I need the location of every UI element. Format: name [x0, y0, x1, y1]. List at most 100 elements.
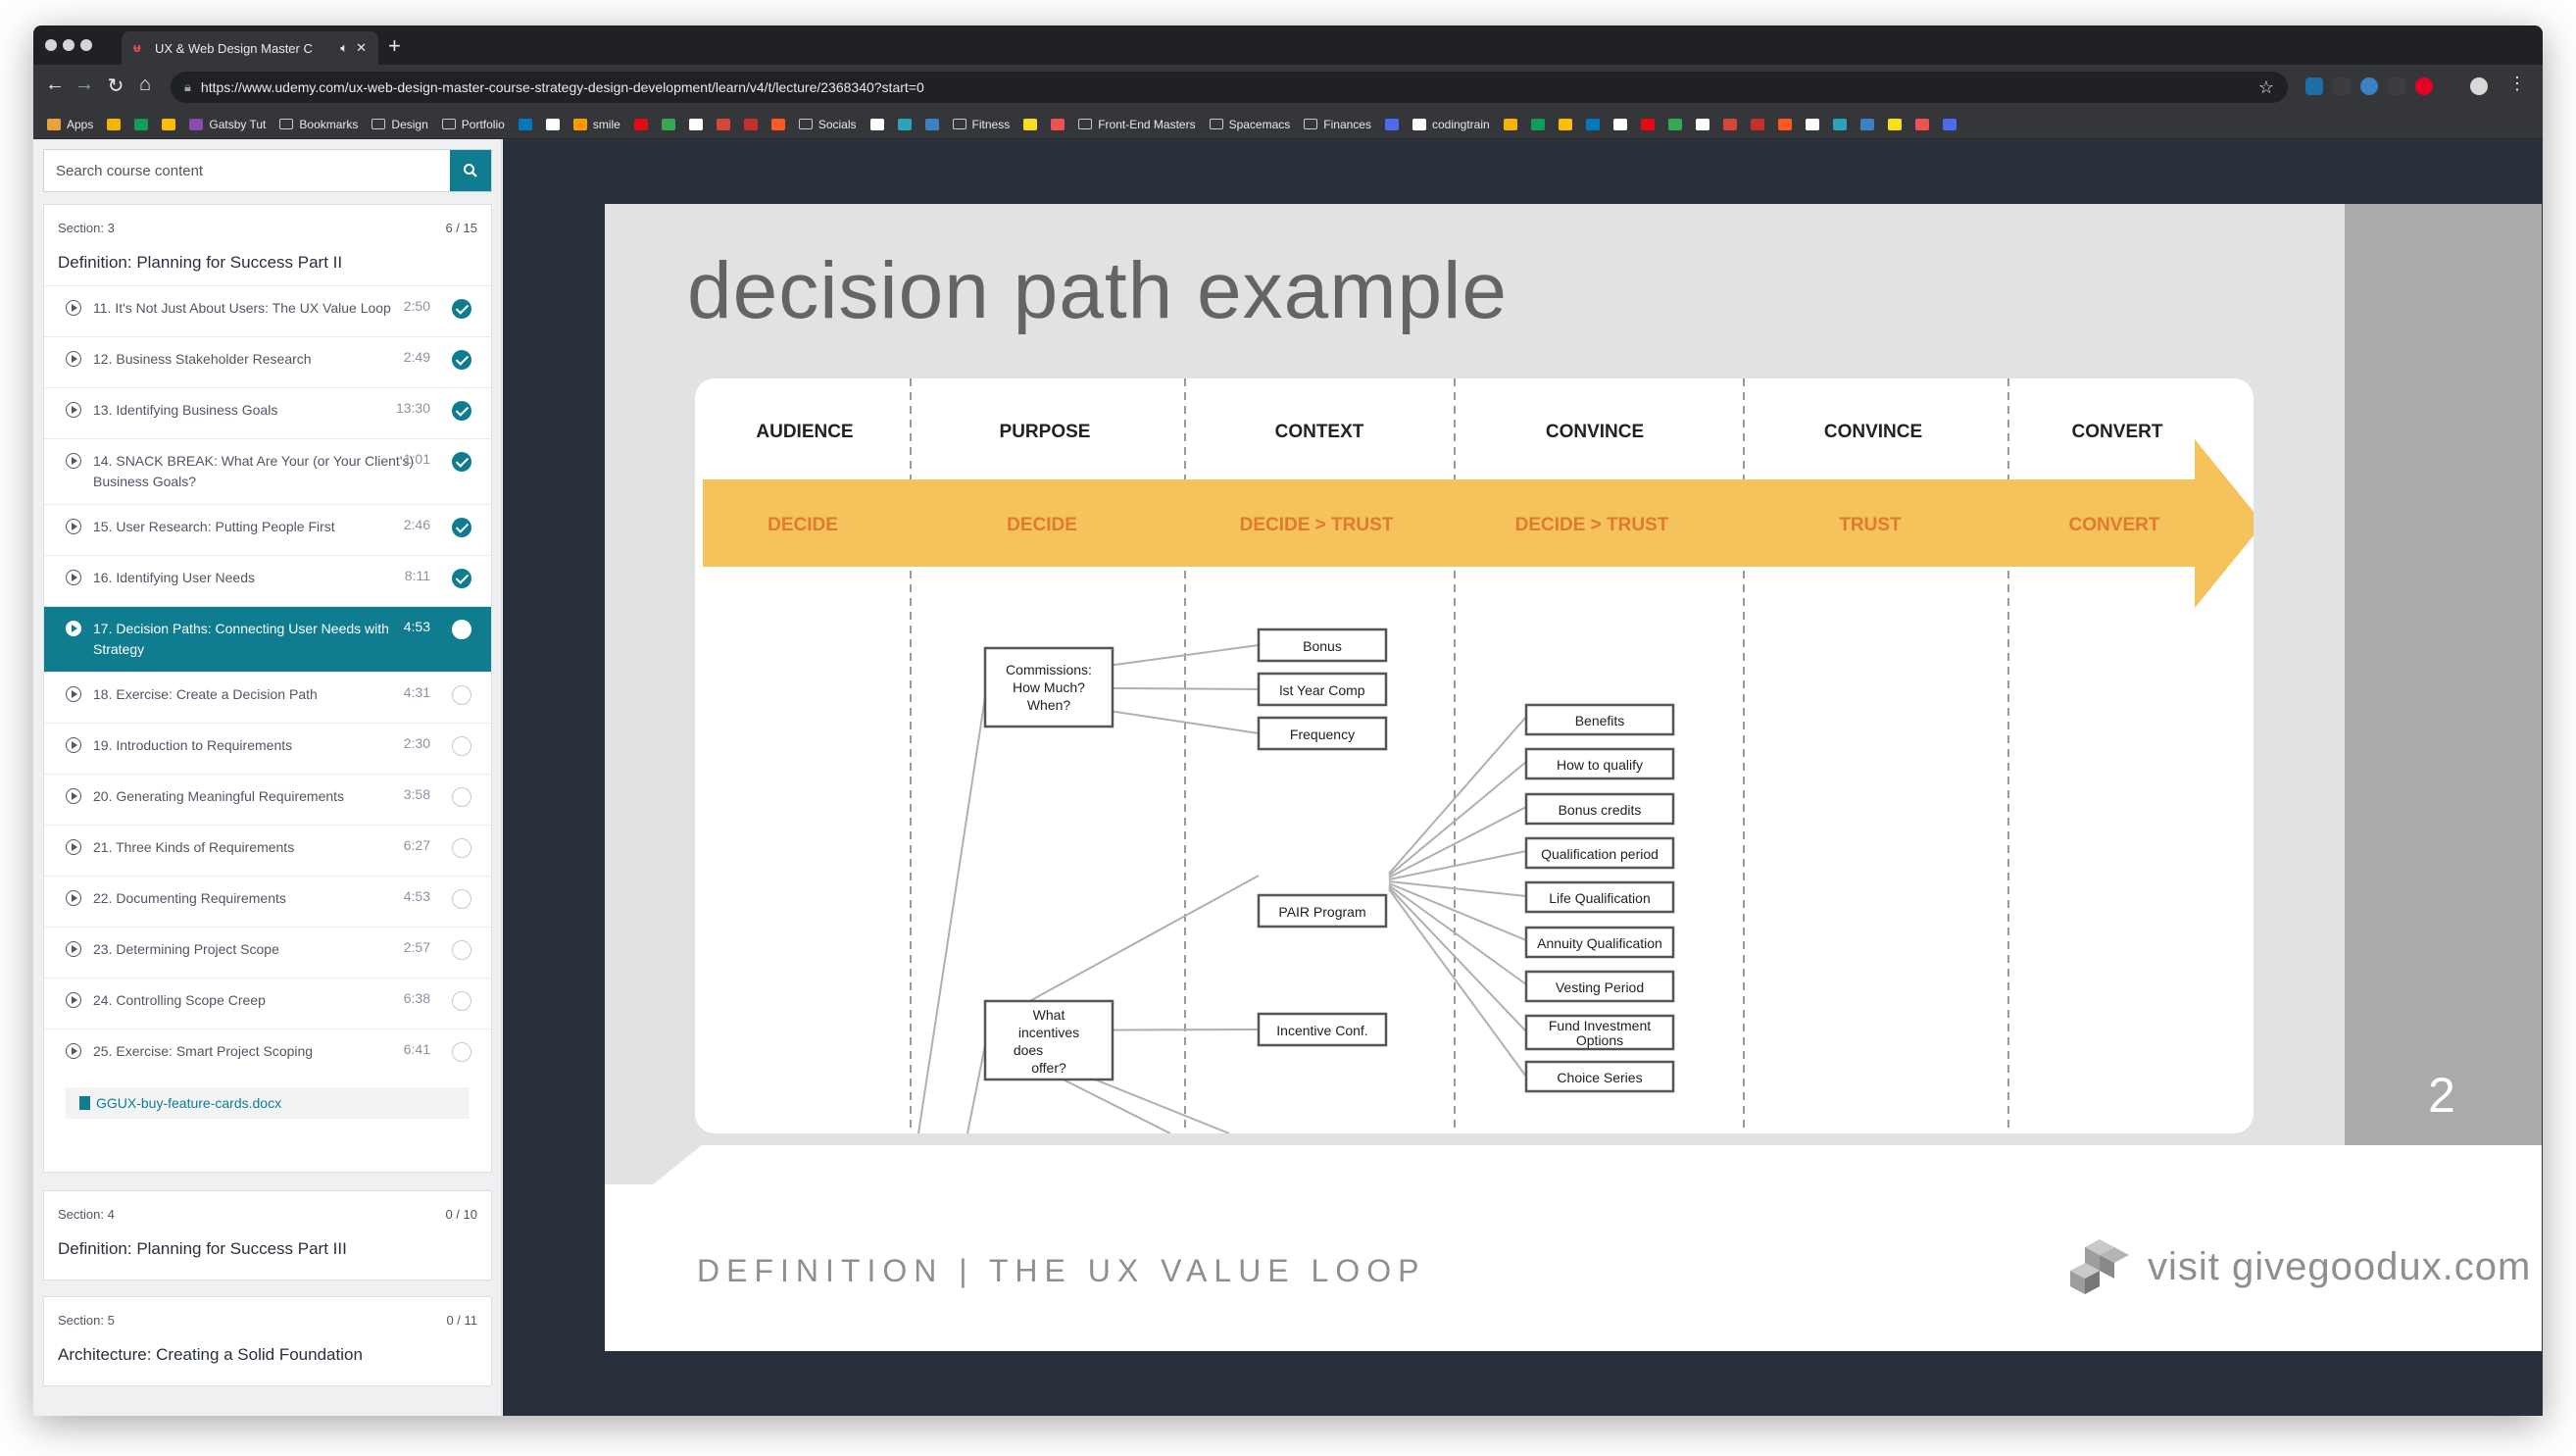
lecture-row[interactable]: 20. Generating Meaningful Requirements 3:…	[44, 774, 491, 825]
bookmark-item[interactable]: Spacemacs	[1209, 118, 1290, 131]
progress-circle-icon[interactable]	[452, 620, 471, 639]
bookmark-item[interactable]	[1777, 118, 1792, 130]
progress-circle-icon[interactable]	[452, 991, 471, 1011]
bookmark-item[interactable]	[1023, 118, 1038, 130]
play-circle-icon[interactable]	[66, 402, 81, 418]
new-tab-icon[interactable]: +	[388, 33, 401, 59]
play-circle-icon[interactable]	[66, 788, 81, 804]
section-card[interactable]: Section: 4 0 / 10 Definition: Planning f…	[43, 1190, 492, 1280]
bookmark-item[interactable]	[716, 118, 730, 130]
resource-link[interactable]: GGUX-buy-feature-cards.docx	[66, 1087, 470, 1119]
bookmark-item[interactable]: Bookmarks	[279, 118, 358, 131]
lecture-row[interactable]: 21. Three Kinds of Requirements 6:27	[44, 825, 491, 876]
bookmark-item[interactable]	[518, 118, 532, 130]
bookmark-item[interactable]	[770, 118, 785, 130]
lecture-row[interactable]: 14. SNACK BREAK: What Are Your (or Your …	[44, 438, 491, 504]
section-header[interactable]: Section: 3 6 / 15 Definition: Planning f…	[44, 205, 491, 285]
bookmark-item[interactable]: Socials	[798, 118, 857, 131]
zoom-window-dot[interactable]	[80, 39, 92, 51]
play-circle-icon[interactable]	[66, 686, 81, 702]
pinterest-icon[interactable]	[2415, 77, 2433, 95]
browser-tab[interactable]: ᵾ UX & Web Design Master C 🔈︎ ✕	[122, 31, 378, 65]
bookmark-item[interactable]	[924, 118, 939, 130]
lecture-row[interactable]: 15. User Research: Putting People First 2…	[44, 504, 491, 555]
lecture-row[interactable]: 24. Controlling Scope Creep 6:38	[44, 978, 491, 1029]
section-card[interactable]: Section: 5 0 / 11 Architecture: Creating…	[43, 1296, 492, 1386]
bookmark-item[interactable]	[1585, 118, 1600, 130]
extension-icon[interactable]	[2305, 77, 2323, 95]
bookmark-item[interactable]	[688, 118, 703, 130]
video-player[interactable]: 2 decision path example AUDIENCE PURPOSE…	[503, 139, 2543, 1416]
reload-icon[interactable]: ↻	[104, 74, 127, 98]
bookmark-item[interactable]	[134, 118, 149, 130]
lecture-row[interactable]: 12. Business Stakeholder Research 2:49	[44, 336, 491, 387]
lecture-row[interactable]: 22. Documenting Requirements 4:53	[44, 876, 491, 927]
home-icon[interactable]: ⌂	[133, 74, 157, 96]
lecture-row[interactable]: 16. Identifying User Needs 8:11	[44, 555, 491, 606]
bookmark-item[interactable]	[1612, 118, 1627, 130]
bookmark-item[interactable]: Portfolio	[441, 118, 505, 131]
minimize-window-dot[interactable]	[63, 39, 74, 51]
progress-circle-icon[interactable]	[452, 685, 471, 705]
back-icon[interactable]: ←	[43, 74, 67, 96]
bookmark-item[interactable]	[1051, 118, 1065, 130]
lecture-row[interactable]: 18. Exercise: Create a Decision Path 4:31	[44, 672, 491, 723]
lecture-row[interactable]: 23. Determining Project Scope 2:57	[44, 927, 491, 978]
play-circle-icon[interactable]	[66, 519, 81, 534]
bookmark-item[interactable]: Apps	[47, 118, 93, 131]
completed-check-icon[interactable]	[452, 569, 471, 588]
bookmark-item[interactable]	[1859, 118, 1874, 130]
completed-check-icon[interactable]	[452, 452, 471, 472]
completed-check-icon[interactable]	[452, 401, 471, 421]
lecture-row[interactable]: 17. Decision Paths: Connecting User Need…	[44, 606, 491, 672]
speaker-icon[interactable]: 🔈︎	[340, 40, 348, 56]
bookmark-item[interactable]	[162, 118, 176, 130]
forward-icon[interactable]: →	[73, 74, 96, 96]
bookmark-item[interactable]	[1832, 118, 1847, 130]
bookmark-item[interactable]: smile	[572, 118, 620, 131]
completed-check-icon[interactable]	[452, 518, 471, 537]
play-circle-icon[interactable]	[66, 300, 81, 316]
bookmark-item[interactable]: Finances	[1304, 118, 1371, 131]
address-bar[interactable]: 🔒︎ https://www.udemy.com/ux-web-design-m…	[171, 72, 2288, 103]
bookmark-item[interactable]	[633, 118, 648, 130]
lecture-row[interactable]: 25. Exercise: Smart Project Scoping 6:41	[44, 1029, 491, 1079]
play-circle-icon[interactable]	[66, 992, 81, 1008]
bookmark-item[interactable]	[1942, 118, 1957, 130]
progress-circle-icon[interactable]	[452, 787, 471, 807]
play-circle-icon[interactable]	[66, 351, 81, 367]
bookmark-item[interactable]: codingtrain	[1412, 118, 1490, 131]
bookmark-item[interactable]	[1640, 118, 1655, 130]
bookmark-item[interactable]	[1805, 118, 1819, 130]
progress-circle-icon[interactable]	[452, 838, 471, 858]
bookmark-item[interactable]	[1384, 118, 1399, 130]
play-circle-icon[interactable]	[66, 839, 81, 855]
profile-avatar[interactable]	[2470, 77, 2488, 95]
play-circle-icon[interactable]	[66, 570, 81, 585]
bookmark-item[interactable]	[1503, 118, 1517, 130]
bookmark-item[interactable]	[1914, 118, 1929, 130]
play-circle-icon[interactable]	[66, 1043, 81, 1059]
progress-circle-icon[interactable]	[452, 940, 471, 960]
bookmark-item[interactable]	[1667, 118, 1682, 130]
menu-kebab-icon[interactable]: ⋮	[2505, 74, 2529, 94]
lecture-row[interactable]: 13. Identifying Business Goals 13:30	[44, 387, 491, 438]
extension-icon[interactable]	[2388, 77, 2405, 95]
bookmark-item[interactable]	[1887, 118, 1902, 130]
lecture-row[interactable]: 19. Introduction to Requirements 2:30	[44, 723, 491, 774]
completed-check-icon[interactable]	[452, 350, 471, 370]
progress-circle-icon[interactable]	[452, 889, 471, 909]
close-tab-icon[interactable]: ✕	[356, 40, 367, 56]
bookmark-item[interactable]: Design	[372, 118, 428, 131]
bookmark-star-icon[interactable]: ☆	[2258, 77, 2274, 98]
play-circle-icon[interactable]	[66, 737, 81, 753]
bookmark-item[interactable]: Fitness	[952, 118, 1010, 131]
bookmark-item[interactable]	[1558, 118, 1572, 130]
bookmark-item[interactable]	[661, 118, 675, 130]
bookmark-item[interactable]: Gatsby Tut	[189, 118, 266, 131]
bookmark-item[interactable]	[1750, 118, 1764, 130]
bookmark-item[interactable]	[1530, 118, 1545, 130]
bookmark-item[interactable]	[897, 118, 912, 130]
play-circle-icon[interactable]	[66, 941, 81, 957]
extension-icon[interactable]	[2333, 77, 2351, 95]
